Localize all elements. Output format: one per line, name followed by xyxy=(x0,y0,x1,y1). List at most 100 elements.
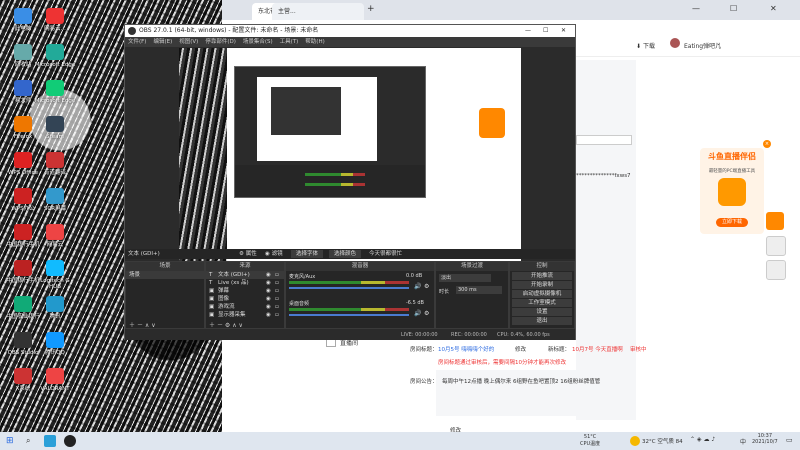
menu-scene-collection[interactable]: 场景集合(S) xyxy=(243,39,273,45)
maximize-icon[interactable]: ☐ xyxy=(730,4,737,13)
announcement-box[interactable]: 每周中午12点播 晚上偶尔来 6组野在鱼吧置顶2 16组粉丝牌值管 xyxy=(436,370,636,416)
desktop-icon[interactable]: 网易云 xyxy=(34,224,76,248)
side-ad-card[interactable]: 斗鱼直播伴侣 最轻量的PC端直播工具 立即下载 xyxy=(700,148,764,234)
desktop-icon[interactable]: SCR屏幕 xyxy=(34,188,76,212)
source-item[interactable]: ▣ 游戏流 ◉ ▫ xyxy=(206,303,284,311)
remove-icon[interactable]: － xyxy=(217,322,223,329)
chevron-down-icon[interactable]: ⌄ xyxy=(716,40,721,47)
start-virtual-camera-button[interactable]: 启动虚拟摄像机 xyxy=(512,290,572,298)
properties-button[interactable]: ⚙ 属性 xyxy=(239,249,257,259)
minimize-icon[interactable]: — xyxy=(525,25,531,37)
move-up-icon[interactable]: ∧ xyxy=(145,322,149,329)
menu-docks[interactable]: 停靠部件(D) xyxy=(205,39,236,45)
weather-widget[interactable]: 32°C 空气质 84 xyxy=(642,437,683,445)
edit-title-link[interactable]: 修改 xyxy=(515,345,526,353)
menu-help[interactable]: 帮助(H) xyxy=(305,39,324,45)
edge-icon[interactable] xyxy=(44,435,56,447)
settings-button[interactable]: 设置 xyxy=(512,308,572,316)
filters-button[interactable]: ◉ 滤镜 xyxy=(265,249,283,259)
side-ad-title: 斗鱼直播伴侣 xyxy=(708,152,756,161)
gear-icon[interactable]: ⚙ xyxy=(225,322,230,329)
move-down-icon[interactable]: ∨ xyxy=(239,322,243,329)
lock-icon[interactable]: ▫ xyxy=(275,311,279,319)
move-down-icon[interactable]: ∨ xyxy=(151,322,155,329)
start-streaming-button[interactable]: 开始推流 xyxy=(512,272,572,280)
eye-icon[interactable]: ◉ xyxy=(266,311,271,319)
source-item[interactable]: T Live (xs 品) ◉ ▫ xyxy=(206,279,284,287)
weather-icon[interactable] xyxy=(630,436,640,446)
desktop-icon[interactable]: 腾讯QQ xyxy=(34,332,76,356)
remove-icon[interactable]: － xyxy=(137,322,143,329)
obs-taskbar-icon[interactable] xyxy=(64,435,76,447)
stream-key-field[interactable]: **************fxws7 xyxy=(576,173,631,179)
transition-duration-input[interactable]: 300 ms xyxy=(456,286,502,294)
select-color-button[interactable]: 选择颜色 xyxy=(329,250,361,258)
desktop-icon[interactable]: Microsoft Edge xyxy=(34,80,76,104)
lock-icon[interactable]: ▫ xyxy=(275,279,279,287)
desktop-icon[interactable]: VALORANT xyxy=(34,368,76,392)
add-icon[interactable]: ＋ xyxy=(209,322,215,329)
lock-icon[interactable]: ▫ xyxy=(275,271,279,279)
eye-icon[interactable]: ◉ xyxy=(266,271,271,279)
desktop-icon[interactable]: Logitech G HUB xyxy=(34,260,76,290)
input-field[interactable] xyxy=(576,135,632,145)
menu-view[interactable]: 视图(V) xyxy=(179,39,198,45)
maximize-icon[interactable]: ☐ xyxy=(543,25,548,37)
scene-item[interactable]: 场景 xyxy=(126,271,204,279)
desktop-icon[interactable]: Microsoft Edge xyxy=(34,44,76,68)
home-icon[interactable] xyxy=(766,236,786,256)
speaker-icon[interactable]: 🔊 xyxy=(414,310,421,317)
eye-icon[interactable]: ◉ xyxy=(266,287,271,295)
minimize-icon[interactable]: — xyxy=(692,4,700,13)
browser-tab-active[interactable]: 主营... xyxy=(272,3,364,20)
ime-indicator[interactable]: 中 xyxy=(740,437,746,446)
desktop-icon[interactable]: Steam xyxy=(34,116,76,140)
qrcode-icon[interactable] xyxy=(766,260,786,280)
search-icon[interactable]: ⌕ xyxy=(26,436,30,446)
obs-preview[interactable] xyxy=(179,48,521,270)
source-item[interactable]: ▣ 图像 ◉ ▫ xyxy=(206,295,284,303)
exit-button[interactable]: 退出 xyxy=(512,317,572,325)
controls-dock: 控制 开始推流 开始录制 启动虚拟摄像机 工作室模式 设置 退出 xyxy=(509,261,575,329)
add-icon[interactable]: ＋ xyxy=(129,322,135,329)
studio-mode-button[interactable]: 工作室模式 xyxy=(512,299,572,307)
transition-select[interactable]: 淡出 xyxy=(439,274,491,282)
close-icon[interactable]: ✕ xyxy=(561,25,566,37)
gear-icon[interactable]: ⚙ xyxy=(424,310,429,317)
select-font-button[interactable]: 选择字体 xyxy=(291,250,323,258)
move-up-icon[interactable]: ∧ xyxy=(232,322,236,329)
start-recording-button[interactable]: 开始录制 xyxy=(512,281,572,289)
download-link[interactable]: ⬇ 下载 xyxy=(636,41,655,50)
avatar[interactable] xyxy=(670,38,680,48)
close-icon[interactable]: ✕ xyxy=(770,4,777,13)
menu-file[interactable]: 文件(F) xyxy=(128,39,146,45)
new-tab-button[interactable]: + xyxy=(367,4,375,14)
menu-edit[interactable]: 编辑(E) xyxy=(153,39,172,45)
gear-icon[interactable]: ⚙ xyxy=(424,283,429,290)
desktop-icon[interactable]: 网易云... xyxy=(34,8,76,32)
text-source-value[interactable]: 今天很都很忙 xyxy=(369,249,402,259)
desktop-icon[interactable]: 腾讯 xyxy=(34,296,76,320)
desktop-icon[interactable]: 有道翻译 xyxy=(34,152,76,176)
source-item[interactable]: T 文本 (GDI+) ◉ ▫ xyxy=(206,271,284,279)
menu-tools[interactable]: 工具(T) xyxy=(280,39,299,45)
system-tray-icons[interactable]: ⌃ ◈ ☁ ♪ xyxy=(690,436,715,443)
volume-slider[interactable] xyxy=(289,314,409,316)
speaker-icon[interactable]: 🔊 xyxy=(414,283,421,290)
windows-start-icon[interactable]: ⊞ xyxy=(6,436,14,446)
lock-icon[interactable]: ▫ xyxy=(275,295,279,303)
close-icon[interactable]: × xyxy=(763,140,771,148)
source-item[interactable]: ▣ 弹幕 ◉ ▫ xyxy=(206,287,284,295)
play-icon[interactable] xyxy=(766,212,784,230)
volume-slider[interactable] xyxy=(289,287,409,289)
lock-icon[interactable]: ▫ xyxy=(275,303,279,311)
eye-icon[interactable]: ◉ xyxy=(266,295,271,303)
obs-title: OBS 27.0.1 (64-bit, windows) - 配置文件: 未命名… xyxy=(139,27,319,34)
side-ad-download-button[interactable]: 立即下载 xyxy=(716,218,748,227)
notification-icon[interactable]: ▭ xyxy=(786,436,793,444)
source-item[interactable]: ▣ 显示器采集 ◉ ▫ xyxy=(206,311,284,319)
eye-icon[interactable]: ◉ xyxy=(266,279,271,287)
clock[interactable]: 10:37 2021/10/7 xyxy=(752,433,778,445)
lock-icon[interactable]: ▫ xyxy=(275,287,279,295)
eye-icon[interactable]: ◉ xyxy=(266,303,271,311)
